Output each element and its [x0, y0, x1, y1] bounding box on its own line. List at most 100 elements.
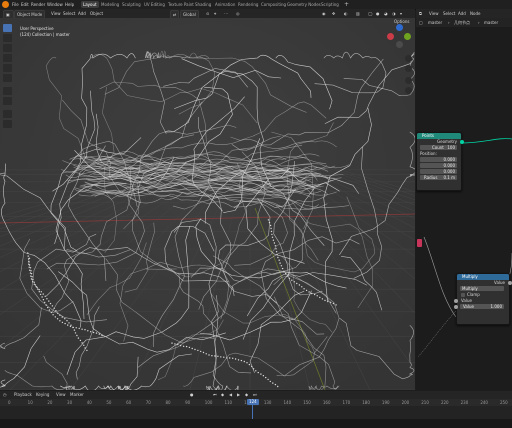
- operation-dropdown[interactable]: Multiply: [460, 286, 504, 291]
- menu-edit[interactable]: Edit: [21, 0, 29, 9]
- points-node[interactable]: Points Geometry Count 100 Position: 0.00…: [416, 132, 464, 191]
- z-axis-icon[interactable]: [396, 24, 403, 31]
- prev-key-icon[interactable]: ◆: [221, 391, 224, 399]
- annotate-tool-icon[interactable]: [3, 87, 12, 95]
- particle-dot: [46, 298, 48, 300]
- menu-view[interactable]: View: [51, 10, 61, 17]
- jump-start-icon[interactable]: ⏮: [213, 391, 217, 399]
- tab-scripting[interactable]: Scripting: [319, 1, 341, 8]
- shading-material-icon[interactable]: ◕: [384, 10, 388, 17]
- tab-animation[interactable]: Animation: [213, 1, 237, 8]
- menu-render[interactable]: Render: [31, 0, 45, 9]
- neg-z-axis-icon[interactable]: [396, 41, 403, 48]
- ne-menu-add[interactable]: Add: [458, 10, 466, 17]
- zoom-icon[interactable]: [405, 55, 412, 62]
- extra-tool-icon[interactable]: [3, 120, 12, 128]
- menu-help[interactable]: Help: [65, 0, 74, 9]
- timeline-menu-marker[interactable]: Marker: [70, 391, 84, 399]
- play-icon[interactable]: ▶: [237, 391, 240, 399]
- shading-options-icon[interactable]: ▾: [400, 10, 402, 17]
- perspective-toggle-icon[interactable]: [405, 87, 412, 94]
- timeline[interactable]: 0102030405060708090100110120130140150160…: [0, 399, 512, 419]
- ne-menu-select[interactable]: Select: [443, 10, 455, 17]
- particle-dot: [288, 277, 291, 279]
- xray-icon[interactable]: ▥: [356, 10, 360, 17]
- menu-add[interactable]: Add: [78, 10, 86, 17]
- radius-field[interactable]: Radius 0.1 m: [420, 175, 457, 180]
- shading-rendered-icon[interactable]: ◑: [392, 10, 396, 17]
- shading-wire-icon[interactable]: ◯: [368, 10, 372, 17]
- record-icon[interactable]: ●: [190, 391, 194, 399]
- menu-object[interactable]: Object: [90, 10, 103, 17]
- reroute-node[interactable]: [417, 239, 422, 247]
- pan-icon[interactable]: [405, 65, 412, 72]
- jump-end-icon[interactable]: ⏭: [253, 391, 257, 399]
- play-reverse-icon[interactable]: ◀: [229, 391, 232, 399]
- position-z-field[interactable]: 0.000: [420, 169, 457, 174]
- viewport-info: User Perspective (124) Collection | mast…: [20, 26, 70, 38]
- node-editor-canvas[interactable]: Points Geometry Count 100 Position: 0.00…: [416, 27, 512, 390]
- tab-compositing[interactable]: Compositing: [259, 1, 288, 8]
- shading-solid-icon[interactable]: ●: [376, 10, 380, 17]
- tab-modeling[interactable]: Modeling: [99, 1, 121, 8]
- tab-uv-editing[interactable]: UV Editing: [142, 1, 167, 8]
- next-key-icon[interactable]: ◆: [245, 391, 248, 399]
- tab-rendering[interactable]: Rendering: [236, 1, 260, 8]
- value-field[interactable]: Value 1.000: [460, 304, 504, 309]
- timeline-menu-playback[interactable]: Playback: [14, 391, 32, 399]
- tab-layout[interactable]: Layout: [81, 1, 99, 8]
- node-editor-type-icon[interactable]: ⧉: [419, 10, 422, 17]
- value-input-socket-2[interactable]: [454, 305, 458, 309]
- particle-dot: [66, 320, 68, 322]
- cursor-tool-icon[interactable]: [3, 34, 12, 42]
- count-field[interactable]: Count 100: [420, 145, 457, 150]
- add-cube-tool-icon[interactable]: [3, 110, 12, 118]
- x-axis-icon[interactable]: [387, 33, 394, 40]
- clamp-checkbox[interactable]: [461, 293, 465, 297]
- breadcrumb-modifier[interactable]: master: [484, 19, 498, 26]
- 3d-viewport[interactable]: User Perspective (124) Collection | mast…: [0, 18, 415, 390]
- collection-info: (124) Collection | master: [20, 32, 70, 37]
- select-tool-icon[interactable]: [3, 24, 12, 32]
- scale-tool-icon[interactable]: [3, 64, 12, 72]
- breadcrumb-tree[interactable]: 几何节点: [454, 19, 470, 26]
- ne-menu-view[interactable]: View: [429, 10, 439, 17]
- timeline-menu-keying[interactable]: Keying: [36, 391, 49, 399]
- navigation-gizmo[interactable]: [386, 24, 412, 50]
- position-x-field[interactable]: 0.000: [420, 157, 457, 162]
- ne-menu-node[interactable]: Node: [470, 10, 480, 17]
- value-input-socket[interactable]: [454, 299, 458, 303]
- timeline-menu-view[interactable]: View: [56, 391, 66, 399]
- transform-tool-icon[interactable]: [3, 74, 12, 82]
- measure-tool-icon[interactable]: [3, 97, 12, 105]
- particle-dot: [179, 344, 182, 347]
- geometry-output-socket[interactable]: [460, 140, 464, 144]
- snap-icon[interactable]: ⌖: [214, 10, 216, 17]
- tab-shading[interactable]: Shading: [193, 1, 213, 8]
- tab-geometry-nodes[interactable]: Geometry Nodes: [285, 1, 323, 8]
- blender-logo-icon[interactable]: [2, 1, 9, 8]
- particle-dot: [29, 267, 32, 269]
- breadcrumb-object[interactable]: master: [428, 19, 442, 26]
- value-output-socket[interactable]: [508, 281, 512, 285]
- tab-sculpting[interactable]: Sculpting: [120, 1, 143, 8]
- camera-view-icon[interactable]: [405, 77, 412, 84]
- rotate-tool-icon[interactable]: [3, 54, 12, 62]
- proportional-icon[interactable]: ◎: [236, 10, 240, 17]
- menu-window[interactable]: Window: [47, 0, 63, 9]
- tab-texture-paint[interactable]: Texture Paint: [166, 1, 196, 8]
- visibility-icon[interactable]: ◉: [322, 10, 326, 17]
- y-axis-icon[interactable]: [404, 33, 411, 40]
- multiply-node[interactable]: Multiply Value Multiply Clamp Value Valu…: [454, 273, 512, 325]
- move-tool-icon[interactable]: [3, 44, 12, 52]
- timeline-tick: 20: [47, 400, 53, 405]
- add-workspace-icon[interactable]: +: [343, 1, 350, 8]
- gizmo-toggle-icon[interactable]: ✥: [332, 10, 335, 17]
- snap-options-icon[interactable]: ⋯: [224, 10, 228, 17]
- menu-file[interactable]: File: [12, 0, 19, 9]
- pivot-icon[interactable]: ⊙: [206, 10, 209, 17]
- position-y-field[interactable]: 0.000: [420, 163, 457, 168]
- menu-select[interactable]: Select: [63, 10, 75, 17]
- overlays-icon[interactable]: ◐: [344, 10, 348, 17]
- timeline-editor-icon[interactable]: ◷: [3, 391, 7, 399]
